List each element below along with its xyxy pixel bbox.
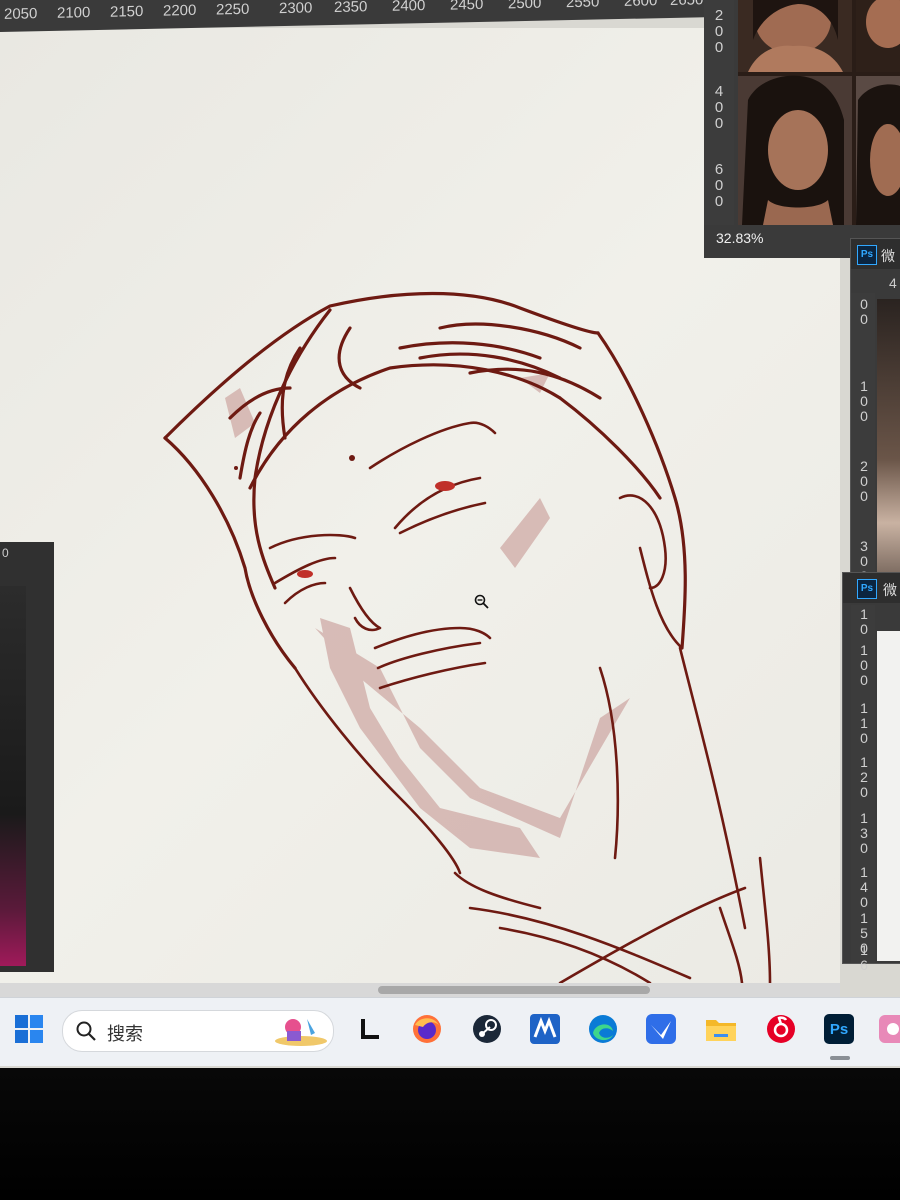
ruler-tick: 2500 — [508, 0, 542, 13]
zoom-level-label: 32.83% — [716, 230, 764, 246]
ruler-tick: 2050 — [4, 5, 38, 23]
ruler-value: 0 — [2, 546, 9, 560]
windows-taskbar: 搜索 Ps — [0, 997, 900, 1066]
ruler-value: 6 0 0 — [714, 161, 724, 210]
edge-icon[interactable] — [586, 1012, 620, 1046]
netease-music-icon[interactable] — [764, 1012, 798, 1046]
ruler-tick: 2200 — [163, 1, 197, 20]
horizontal-scrollbar[interactable] — [0, 983, 840, 997]
ruler-value: 1 0 0 — [860, 642, 868, 688]
ruler-tick: 2550 — [566, 0, 600, 12]
steam-icon[interactable] — [470, 1012, 504, 1046]
zoom-out-cursor-icon — [474, 594, 489, 609]
ruler-tick: 2250 — [216, 0, 250, 19]
feishu-icon[interactable] — [644, 1012, 678, 1046]
search-icon — [76, 1021, 96, 1041]
scrollbar-thumb[interactable] — [378, 986, 650, 994]
ruler-value: 1 0 0 — [860, 378, 868, 424]
file-explorer-icon[interactable] — [704, 1012, 738, 1046]
vertical-ruler: 1 0 1 0 0 1 1 0 1 2 0 1 3 0 1 4 0 1 5 0 … — [851, 605, 875, 973]
ruler-tick: 2300 — [279, 0, 313, 18]
ruler-tick: 2150 — [110, 2, 144, 21]
reference-photo-grid — [738, 0, 900, 225]
search-label: 搜索 — [107, 1024, 143, 1044]
ruler-tick: 2100 — [57, 4, 91, 22]
ruler-value: 2 0 0 — [860, 458, 868, 504]
ruler-value: 1 4 0 — [860, 864, 868, 910]
ruler-value: 1 3 0 — [860, 810, 868, 856]
photoshop-icon: Ps — [857, 245, 877, 265]
document-thumbnail — [877, 299, 900, 619]
ruler-value: 2 0 0 — [714, 7, 724, 56]
search-input[interactable]: 搜索 — [62, 1010, 334, 1052]
vertical-ruler: 2 0 0 4 0 0 6 0 0 — [704, 0, 734, 225]
ruler-tick: 2600 — [624, 0, 658, 10]
monitor-screen: 2050 2100 2150 2200 2250 2300 2350 2400 … — [0, 0, 900, 1068]
ruler-tick: 2650 — [670, 0, 704, 9]
search-highlight-icon — [275, 1019, 327, 1046]
window-title: 微 — [883, 582, 897, 598]
ruler-value: 1 1 0 — [860, 700, 868, 746]
task-view-icon[interactable] — [352, 1012, 386, 1046]
ruler-value: 0 0 — [860, 296, 868, 327]
active-app-indicator — [830, 1056, 850, 1060]
ruler-value: 1 6 — [860, 942, 868, 973]
left-document-window[interactable]: 0 — [0, 542, 54, 972]
monitor-bezel — [0, 1068, 900, 1200]
reference-window[interactable]: 2 0 0 4 0 0 6 0 0 32.83% — [704, 0, 900, 258]
window-titlebar[interactable]: Ps 微 — [843, 573, 900, 603]
ruler-tick: 2450 — [450, 0, 484, 14]
photoshop-document-window-3[interactable]: Ps 微 1 0 1 0 0 1 1 0 1 2 0 1 3 0 1 4 0 1… — [842, 572, 900, 973]
photoshop-app-label: Ps — [824, 1014, 854, 1044]
app-pink-icon[interactable] — [876, 1012, 900, 1046]
photoshop-icon: Ps — [857, 579, 877, 599]
document-canvas-preview — [877, 631, 900, 961]
firefox-icon[interactable] — [410, 1012, 444, 1046]
window-titlebar[interactable]: Ps 微 — [851, 239, 900, 269]
windows-start-icon[interactable] — [12, 1012, 46, 1046]
photoshop-icon[interactable]: Ps — [822, 1012, 856, 1046]
ruler-value: 4 0 0 — [714, 83, 724, 132]
ruler-value: 4 — [889, 275, 897, 291]
ruler-value: 1 2 0 — [860, 754, 868, 800]
reference-faces-image — [738, 0, 900, 225]
ruler-tick: 2350 — [334, 0, 368, 17]
window-title: 微 — [881, 248, 895, 264]
thumbnail-strip — [0, 586, 26, 966]
app-ma-icon[interactable] — [528, 1012, 562, 1046]
ruler-value: 1 0 — [860, 606, 868, 637]
ruler-tick: 2400 — [392, 0, 426, 15]
